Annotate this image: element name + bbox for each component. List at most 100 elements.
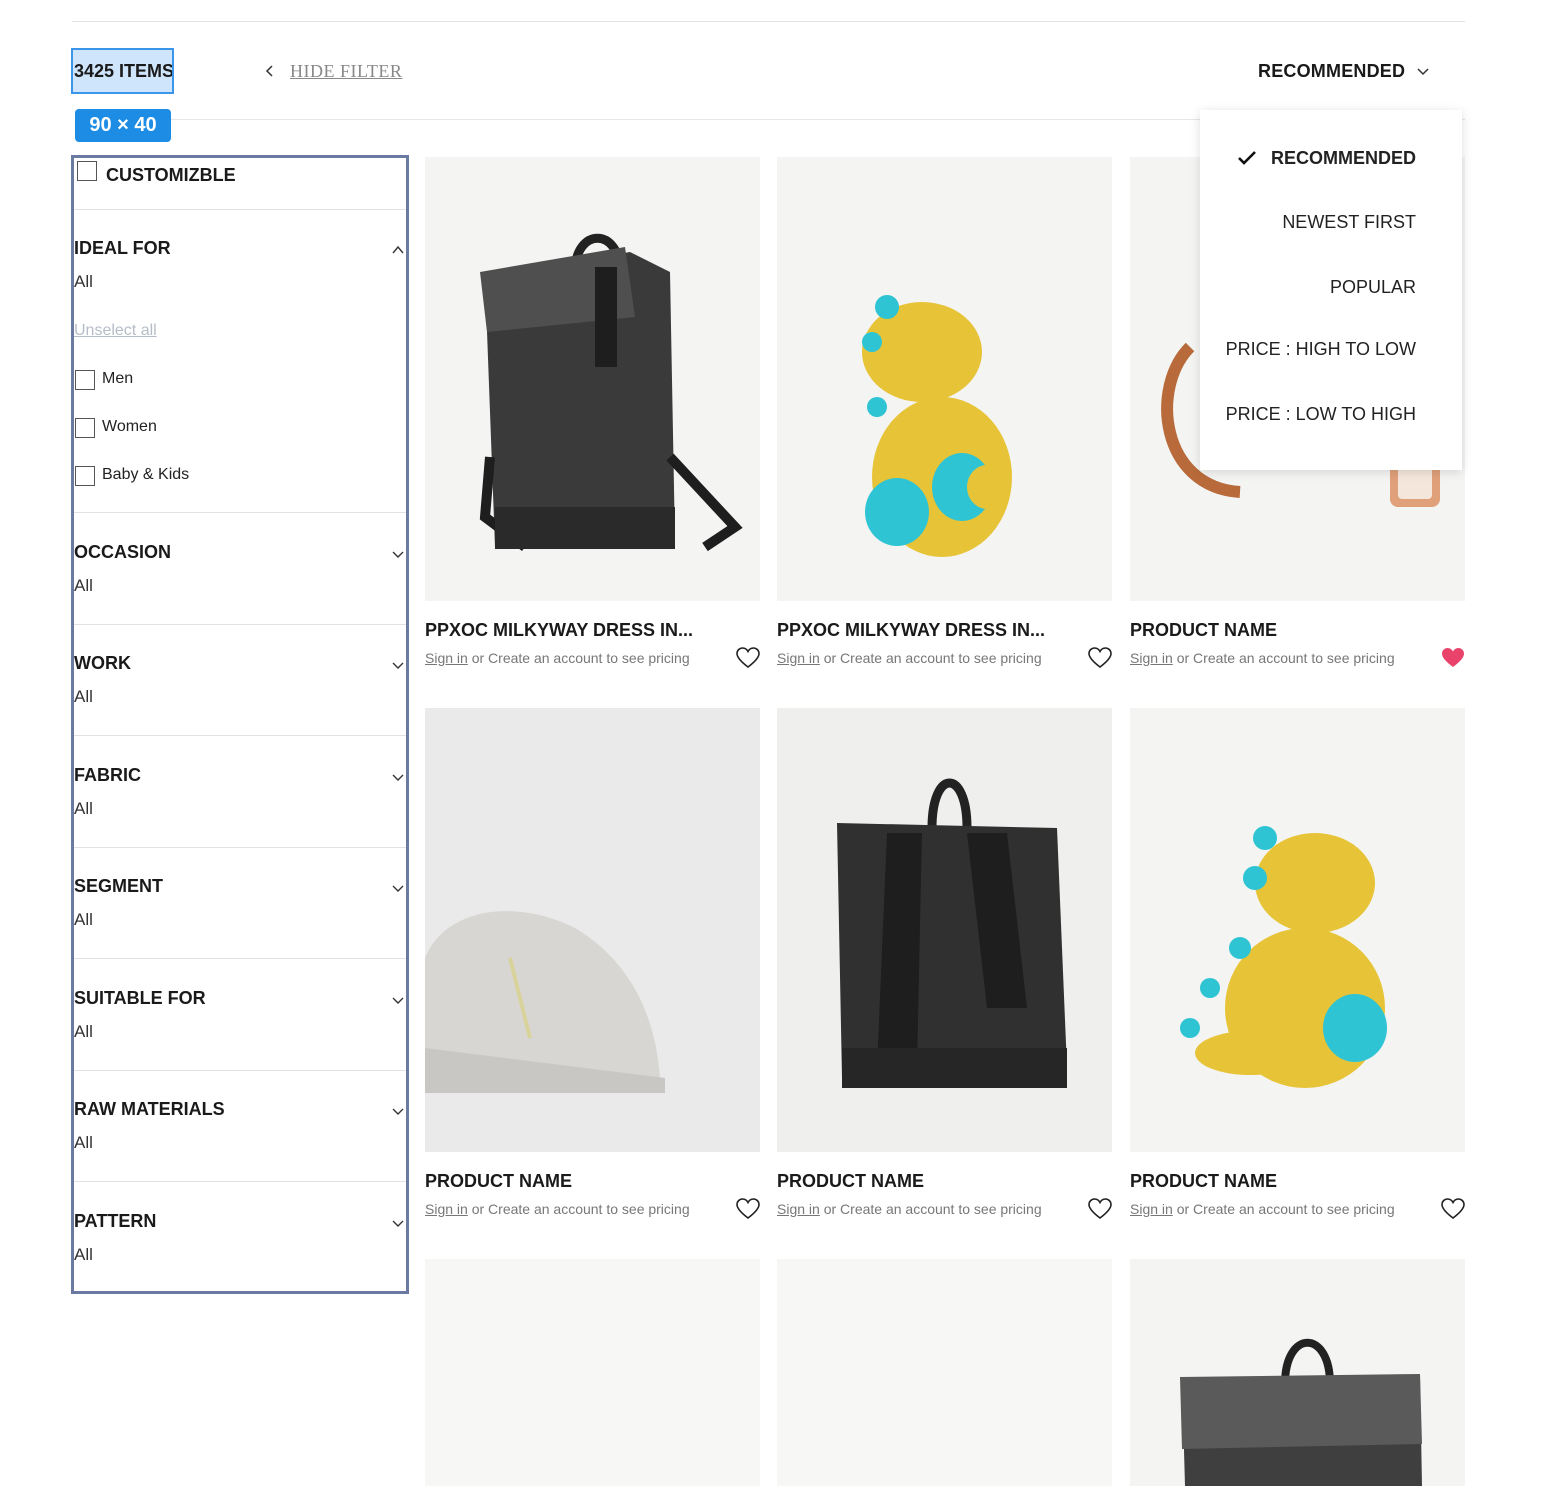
divider	[74, 512, 406, 513]
product-pricing-note: Sign in or Create an account to see pric…	[1130, 650, 1465, 666]
backpack-icon	[1130, 1259, 1465, 1486]
product-pricing-note: Sign in or Create an account to see pric…	[425, 650, 760, 666]
top-divider	[72, 21, 1465, 22]
sort-option-price-low-to-high[interactable]: PRICE : LOW TO HIGH	[1226, 399, 1416, 429]
customizable-checkbox[interactable]	[77, 161, 97, 181]
filter-group-work-title[interactable]: WORK	[74, 653, 131, 674]
product-name[interactable]: PRODUCT NAME	[1130, 620, 1465, 644]
ideal-for-baby-kids-label: Baby & Kids	[102, 466, 190, 483]
sort-option-price-high-to-low[interactable]: PRICE : HIGH TO LOW	[1226, 334, 1416, 364]
sort-option-label: PRICE : HIGH TO LOW	[1225, 338, 1416, 359]
filter-group-occasion-value: All	[74, 576, 93, 595]
chevron-down-icon	[1417, 68, 1429, 76]
chevron-down-icon[interactable]	[390, 1103, 406, 1119]
chevron-down-icon[interactable]	[390, 657, 406, 673]
product-image[interactable]	[425, 1259, 760, 1486]
divider	[74, 735, 406, 736]
heart-outline-icon[interactable]	[1088, 1198, 1112, 1220]
filter-group-pattern-value: All	[74, 1245, 93, 1264]
heart-outline-icon[interactable]	[736, 647, 760, 669]
product-name[interactable]: PRODUCT NAME	[1130, 1171, 1465, 1195]
product-image[interactable]	[425, 157, 760, 601]
filter-group-fabric-title[interactable]: FABRIC	[74, 765, 141, 786]
product-card[interactable]	[1130, 1259, 1465, 1486]
sort-option-popular[interactable]: POPULAR	[1330, 272, 1416, 302]
filter-group-occasion-title[interactable]: OCCASION	[74, 542, 171, 563]
divider	[74, 624, 406, 625]
product-name[interactable]: PRODUCT NAME	[425, 1171, 760, 1195]
sort-dropdown[interactable]: RECOMMENDED	[1258, 56, 1431, 86]
filter-group-pattern-title[interactable]: PATTERN	[74, 1211, 156, 1232]
hide-filter-button[interactable]: HIDE FILTER	[262, 56, 402, 86]
product-card[interactable]: PPXOC MILKYWAY DRESS IN... Sign in or Cr…	[777, 157, 1112, 669]
product-image[interactable]	[1130, 1259, 1465, 1486]
sign-in-link[interactable]: Sign in	[425, 1201, 468, 1217]
product-card[interactable]: PRODUCT NAME Sign in or Create an accoun…	[777, 708, 1112, 1220]
checkmark-icon	[1238, 151, 1256, 165]
ideal-for-women-label: Women	[102, 418, 157, 435]
product-pricing-note: Sign in or Create an account to see pric…	[777, 650, 1112, 666]
product-pricing-note: Sign in or Create an account to see pric…	[425, 1201, 760, 1217]
product-name[interactable]: PPXOC MILKYWAY DRESS IN...	[777, 620, 1112, 644]
filter-group-segment-title[interactable]: SEGMENT	[74, 876, 163, 897]
chevron-down-icon[interactable]	[390, 992, 406, 1008]
product-pricing-note: Sign in or Create an account to see pric…	[1130, 1201, 1465, 1217]
product-image[interactable]	[777, 157, 1112, 601]
heart-outline-icon[interactable]	[1441, 1198, 1465, 1220]
chevron-left-icon	[265, 65, 273, 77]
chevron-up-icon[interactable]	[390, 242, 406, 258]
pricing-text: or Create an account to see pricing	[819, 1201, 1042, 1217]
ideal-for-baby-kids-checkbox[interactable]	[75, 466, 95, 486]
unselect-all-link[interactable]: Unselect all	[74, 322, 157, 340]
pricing-text: or Create an account to see pricing	[819, 650, 1042, 666]
heart-filled-icon[interactable]	[1441, 647, 1465, 669]
product-card[interactable]: PRODUCT NAME Sign in or Create an accoun…	[425, 708, 760, 1220]
sort-option-label: POPULAR	[1329, 276, 1416, 297]
divider	[74, 1070, 406, 1071]
chevron-down-icon[interactable]	[390, 880, 406, 896]
pricing-text: or Create an account to see pricing	[467, 650, 690, 666]
sign-in-link[interactable]: Sign in	[777, 650, 820, 666]
chevron-down-icon[interactable]	[390, 546, 406, 562]
filter-group-segment-value: All	[74, 910, 93, 929]
filter-group-suitable-for-title[interactable]: SUITABLE FOR	[74, 988, 206, 1009]
toy-dinosaur-icon	[777, 157, 1112, 601]
product-image[interactable]	[425, 708, 760, 1152]
divider	[74, 958, 406, 959]
product-image[interactable]	[777, 708, 1112, 1152]
hide-filter-label: HIDE FILTER	[290, 60, 403, 81]
size-badge: 90 × 40	[75, 109, 171, 142]
filter-group-fabric-value: All	[74, 799, 93, 818]
sort-option-newest-first[interactable]: NEWEST FIRST	[1282, 207, 1416, 237]
filter-group-raw-materials-title[interactable]: RAW MATERIALS	[74, 1099, 225, 1120]
sort-menu: RECOMMENDED NEWEST FIRST POPULAR PRICE :…	[1200, 110, 1462, 470]
filter-group-work-value: All	[74, 687, 93, 706]
filter-group-ideal-for-title[interactable]: IDEAL FOR	[74, 238, 171, 259]
product-card[interactable]: PRODUCT NAME Sign in or Create an accoun…	[1130, 708, 1465, 1220]
sign-in-link[interactable]: Sign in	[777, 1201, 820, 1217]
product-image[interactable]	[777, 1259, 1112, 1486]
chevron-down-icon[interactable]	[390, 1215, 406, 1231]
heart-outline-icon[interactable]	[1088, 647, 1112, 669]
divider	[74, 209, 406, 210]
backpack-back-icon	[777, 708, 1112, 1152]
ideal-for-women-checkbox[interactable]	[75, 418, 95, 438]
product-name[interactable]: PRODUCT NAME	[777, 1171, 1112, 1195]
items-count: 3425 ITEMS	[71, 48, 174, 94]
product-name[interactable]: PPXOC MILKYWAY DRESS IN...	[425, 620, 760, 644]
filter-group-raw-materials-value: All	[74, 1133, 93, 1152]
sort-option-recommended[interactable]: RECOMMENDED	[1237, 143, 1416, 173]
product-card[interactable]: PPXOC MILKYWAY DRESS IN... Sign in or Cr…	[425, 157, 760, 669]
pricing-text: or Create an account to see pricing	[1172, 650, 1395, 666]
sort-option-label: PRICE : LOW TO HIGH	[1225, 403, 1416, 424]
sign-in-link[interactable]: Sign in	[1130, 1201, 1173, 1217]
product-image[interactable]	[1130, 708, 1465, 1152]
product-card[interactable]	[777, 1259, 1112, 1486]
product-card[interactable]	[425, 1259, 760, 1486]
sign-in-link[interactable]: Sign in	[425, 650, 468, 666]
chevron-down-icon[interactable]	[390, 769, 406, 785]
cap-icon	[425, 708, 760, 1152]
sign-in-link[interactable]: Sign in	[1130, 650, 1173, 666]
heart-outline-icon[interactable]	[736, 1198, 760, 1220]
ideal-for-men-checkbox[interactable]	[75, 370, 95, 390]
